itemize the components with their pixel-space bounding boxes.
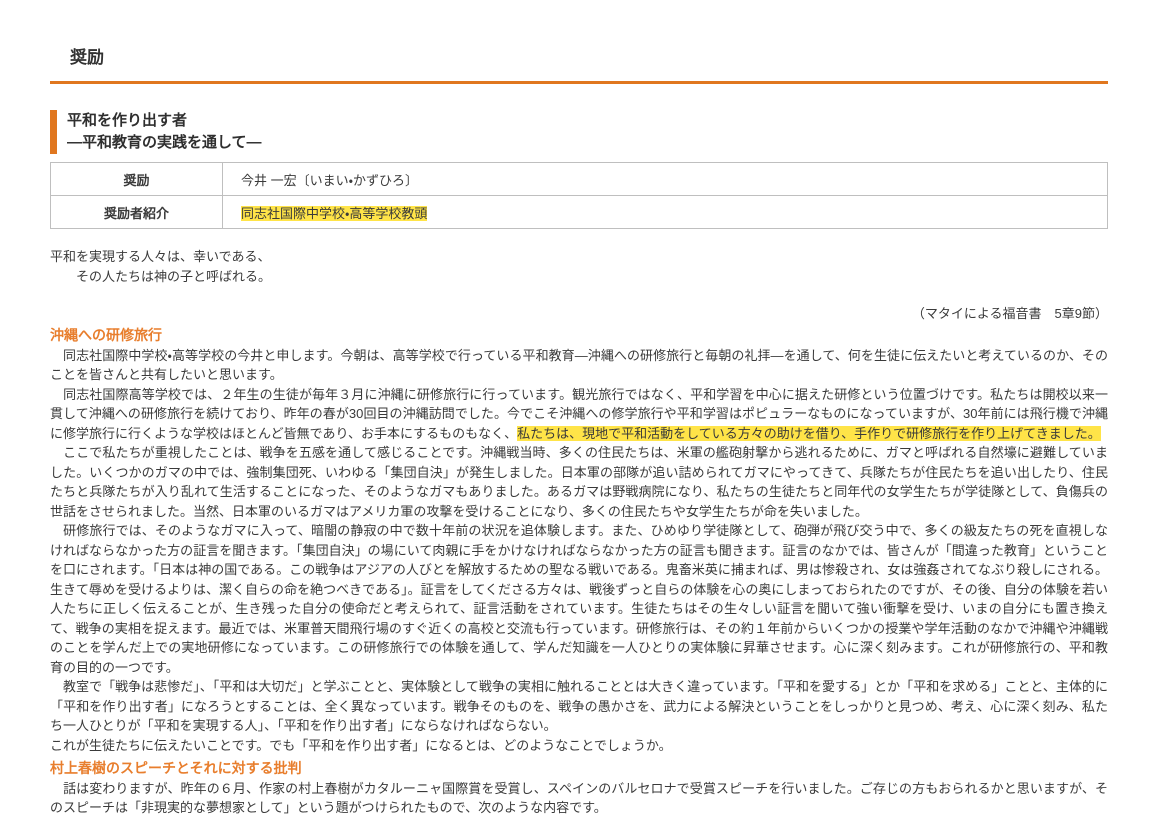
paragraph: 話は変わりますが、昨年の６月、作家の村上春樹がカタルーニャ国際賞を受賞し、スペイ… — [50, 779, 1108, 818]
paragraph: これが生徒たちに伝えたいことです。でも「平和を作り出す者」になるとは、どのような… — [50, 736, 1108, 756]
paragraph-text: これが生徒たちに伝えたいことです。でも「平和を作り出す者」になるとは、どのような… — [50, 738, 672, 753]
article-title: 平和を作り出す者 — [67, 110, 1108, 132]
paragraph-text: 教室で「戦争は悲惨だ」、「平和は大切だ」と学ぶことと、実体験として戦争の実相に触… — [50, 679, 1108, 733]
paragraph: ここで私たちが重視したことは、戦争を五感を通して感じることです。沖縄戦当時、多く… — [50, 443, 1108, 521]
row-value: 同志社国際中学校・高等学校教頭 — [223, 196, 1108, 229]
page-title: 奨励 — [50, 48, 1108, 68]
highlighted-text: 私たちは、現地で平和活動をしている方々の助けを借り、手作りで研修旅行を作り上げて… — [517, 426, 1101, 441]
row-label: 奨励者紹介 — [51, 196, 223, 229]
value-text: 今井 一宏〔いまい・かずひろ〕 — [241, 173, 418, 188]
section-heading: 沖縄への研修旅行 — [50, 326, 1108, 346]
paragraph-text: ここで私たちが重視したことは、戦争を五感を通して感じることです。沖縄戦当時、多く… — [50, 445, 1108, 519]
article-title-block: 平和を作り出す者 ―平和教育の実践を通して― — [50, 110, 1108, 154]
scripture-attribution: （マタイによる福音書 5章9節） — [50, 303, 1108, 322]
table-row: 奨励 今井 一宏〔いまい・かずひろ〕 — [51, 163, 1108, 196]
paragraph-text: 研修旅行では、そのようなガマに入って、暗闇の静寂の中で数十年前の状況を追体験しま… — [50, 523, 1108, 675]
highlighted-text: 同志社国際中学校・高等学校教頭 — [241, 206, 427, 221]
article-subtitle: ―平和教育の実践を通して― — [67, 132, 1108, 154]
paragraph: 研修旅行では、そのようなガマに入って、暗闇の静寂の中で数十年前の状況を追体験しま… — [50, 521, 1108, 677]
table-row: 奨励者紹介 同志社国際中学校・高等学校教頭 — [51, 196, 1108, 229]
scripture-line: その人たちは神の子と呼ばれる。 — [50, 267, 1108, 287]
article-body: 沖縄への研修旅行 同志社国際中学校・高等学校の今井と申します。今朝は、高等学校で… — [50, 326, 1108, 818]
paragraph: 同志社国際中学校・高等学校の今井と申します。今朝は、高等学校で行っている平和教育… — [50, 346, 1108, 385]
speaker-table: 奨励 今井 一宏〔いまい・かずひろ〕奨励者紹介 同志社国際中学校・高等学校教頭 — [50, 162, 1108, 229]
paragraph: 教室で「戦争は悲惨だ」、「平和は大切だ」と学ぶことと、実体験として戦争の実相に触… — [50, 677, 1108, 736]
paragraph-text: 話は変わりますが、昨年の６月、作家の村上春樹がカタルーニャ国際賞を受賞し、スペイ… — [50, 781, 1108, 816]
row-label: 奨励 — [51, 163, 223, 196]
header-rule — [50, 81, 1108, 84]
scripture-line: 平和を実現する人々は、幸いである、 — [50, 247, 1108, 267]
paragraph: 同志社国際高等学校では、２年生の生徒が毎年３月に沖縄に研修旅行に行っています。観… — [50, 385, 1108, 444]
row-value: 今井 一宏〔いまい・かずひろ〕 — [223, 163, 1108, 196]
document-page: 奨励 平和を作り出す者 ―平和教育の実践を通して― 奨励今井 一宏〔いまい・かず… — [0, 0, 1156, 818]
paragraph-text: 同志社国際中学校・高等学校の今井と申します。今朝は、高等学校で行っている平和教育… — [50, 348, 1108, 383]
section-heading: 村上春樹のスピーチとそれに対する批判 — [50, 759, 1108, 779]
scripture-quote: 平和を実現する人々は、幸いである、 その人たちは神の子と呼ばれる。 — [50, 247, 1108, 287]
